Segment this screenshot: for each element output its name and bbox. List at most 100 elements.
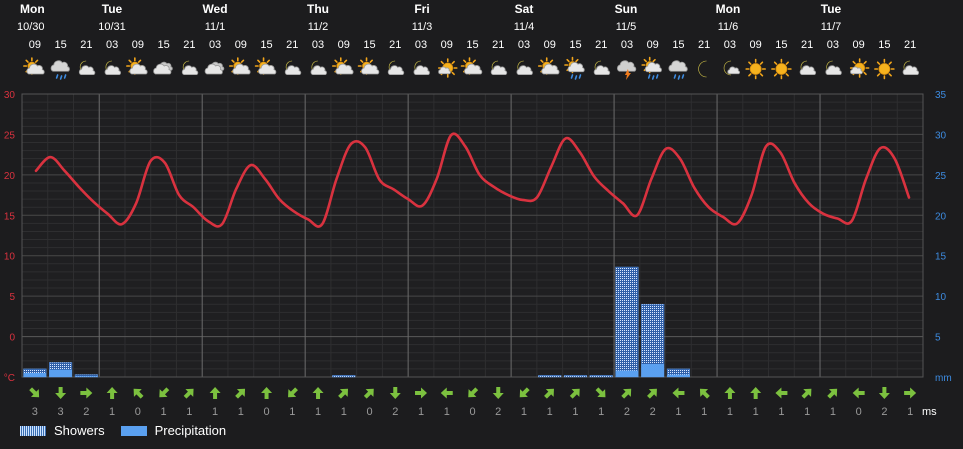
cloud-shape [104,65,121,75]
wind-arrow-shape [415,387,428,399]
right-axis-tick: 20 [935,211,947,222]
hour-label: 21 [492,39,504,51]
sun-ray [463,59,467,63]
rain-drop [655,74,659,79]
wind-speed-value: 1 [315,406,321,418]
wind-speed-value: 1 [444,406,450,418]
sun-ray [334,59,338,63]
legend-showers: Showers [20,423,105,438]
sun-ray [863,60,867,65]
hour-label: 21 [595,39,607,51]
rain-drop [570,74,574,79]
sun-icon [745,58,766,80]
wind-speeds: 3 3 2 1 0 1 1 1 1 0 1 1 1 0 2 1 1 0 2 1 1 1 1 2 2 1 1 1 1 1 1 1 0 2 1 ms [32,406,937,418]
hour-label: 15 [466,39,478,51]
partly-cloudy-night-icon [490,60,508,75]
wind-arrow [415,387,428,399]
day-date: 11/1 [205,21,226,33]
right-axis-tick: 15 [935,252,947,263]
hour-label: 09 [132,39,144,51]
legend-precipitation: Precipitation [120,423,226,438]
cloud-shape [413,65,430,75]
chart-legend: Showers Precipitation [20,423,242,438]
wind-arrow [440,387,453,399]
hour-label: 09 [544,39,556,51]
wind-arrow [80,387,93,399]
wind-speed-value: 1 [804,406,810,418]
wind-arrow-shape [55,387,67,399]
showers-bar [589,375,613,378]
partly-cloudy-icon [126,57,148,75]
wind-arrows [29,387,917,399]
wind-arrow [468,387,479,398]
rain-drop [647,74,651,79]
wind-speed-value: 1 [186,406,192,418]
hour-label: 21 [80,39,92,51]
sun-ray [231,59,235,63]
day-date: 10/30 [17,21,45,33]
wind-speed-value: 1 [598,406,604,418]
hour-label: 09 [441,39,453,51]
hour-label: 03 [827,39,839,51]
hour-labels: 09 15 21 03 09 15 21 03 09 15 21 03 09 15 21 03 09 15 21 03… [29,39,917,51]
partly-cloudy-icon [537,57,560,75]
rain-drop [59,75,63,80]
hour-label: 09 [235,39,247,51]
sun-ray [876,73,881,77]
cloud-rain-icon [668,60,688,80]
showers-bar [615,266,639,378]
wind-arrow-shape [312,387,324,399]
wind-arrow-shape [133,388,144,399]
cloud-shape [310,65,327,75]
sun-ray [773,73,778,77]
sun-ray [472,59,476,63]
partly-cloudy-night-icon [181,60,199,75]
wind-speed-value: 1 [907,406,913,418]
sun-ray [888,73,892,77]
cloud-rain-sun-icon [564,56,585,80]
wind-arrow-shape [904,387,917,399]
sun-ray [451,71,455,76]
cloud-rain-sun-icon [641,56,662,80]
wind-arrow-shape [440,387,453,399]
wind-arrow [672,387,685,399]
rain-drop [651,75,655,80]
day-name: Fri [414,2,429,16]
sun-ray [773,61,778,65]
sun-ray [888,61,892,65]
precipitation-swatch [120,425,147,436]
wind-speed-value: 1 [109,406,115,418]
hour-label: 21 [389,39,401,51]
day-headers: Mon 10/30 Tue 10/31 Wed 11/1 Thu 11/2 Fri 11/3 Sat… [17,2,842,33]
showers-bar [332,375,356,378]
sun-ray [785,61,789,65]
rain-drop [677,75,681,80]
wind-arrow-shape [852,387,865,399]
sun-disc [749,63,762,75]
rain-drop [55,74,59,79]
sun-ray [863,71,867,76]
day-date: 11/3 [412,21,433,33]
weather-forecast-widget: 30 25 20 15 10 5 0 °C 35 30 25 20 15 10 5 mm Mon 10/30 Tue… [0,0,963,449]
wind-speed-value: 0 [366,406,372,418]
hour-label: 21 [801,39,813,51]
hour-label: 03 [621,39,633,51]
wind-speed-value: 1 [521,406,527,418]
wind-speed-value: 1 [289,406,295,418]
wind-arrow-shape [159,387,170,398]
hour-label: 21 [286,39,298,51]
showers-bar [538,375,562,378]
hour-label: 03 [518,39,530,51]
cloud-shape [727,66,741,75]
wind-speed-value: 2 [392,406,398,418]
right-axis-tick: 10 [935,292,947,303]
cloud-shape [78,65,96,75]
sun-ray [876,61,881,65]
wind-speed-value: 1 [778,406,784,418]
sun-ray [128,59,132,63]
precipitation-bar [615,370,639,377]
left-axis-tick: 5 [9,292,15,303]
wind-speed-value: 2 [650,406,656,418]
sun-ray [266,59,271,63]
wind-arrow-shape [569,388,580,399]
